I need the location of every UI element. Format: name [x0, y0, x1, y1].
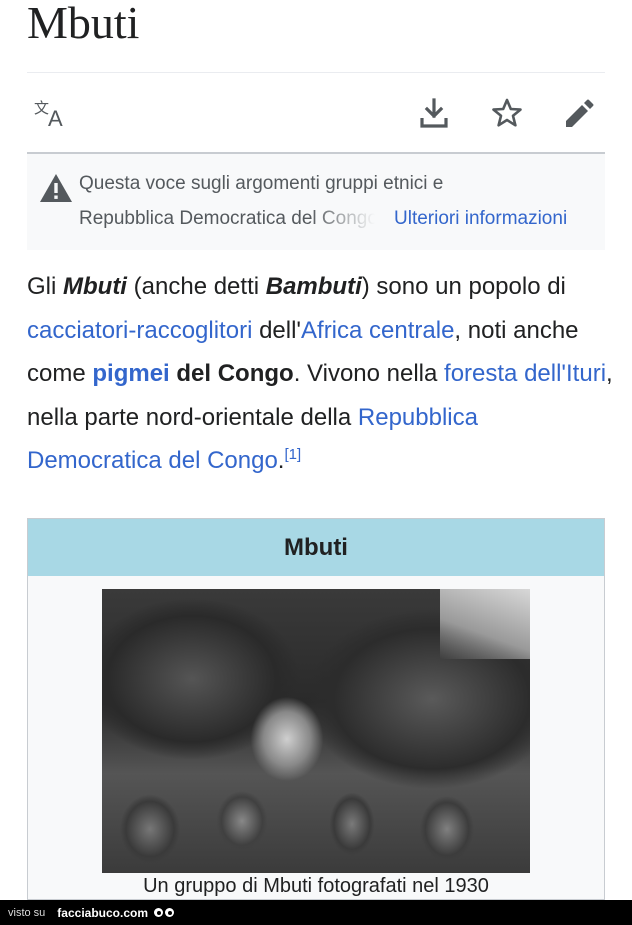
pencil-icon[interactable] — [560, 95, 596, 131]
infobox-heading: Mbuti — [28, 519, 604, 576]
notice-more-info-link[interactable]: Ulteriori informazioni — [394, 208, 567, 230]
term-bambuti: Bambuti — [265, 273, 362, 300]
star-icon[interactable] — [489, 95, 525, 131]
intro-text: Gli — [27, 273, 63, 300]
intro-paragraph: Gli Mbuti (anche detti Bambuti) sono un … — [27, 265, 617, 483]
reference-link[interactable]: [1] — [284, 446, 301, 463]
link-africa-centrale[interactable]: Africa centrale — [301, 317, 454, 344]
intro-text: (anche detti — [126, 273, 266, 300]
watermark-label: visto su — [8, 906, 46, 919]
download-icon[interactable] — [416, 95, 452, 131]
link-pigmei[interactable]: pigmei — [92, 360, 169, 387]
watermark-site: facciabuco.com — [57, 905, 148, 920]
intro-text: dell' — [252, 316, 302, 344]
notice-box — [27, 154, 605, 250]
page-title: Mbuti — [27, 0, 140, 48]
title-divider — [27, 72, 605, 73]
link-cacciatori-raccoglitori[interactable]: cacciatori-raccoglitori — [27, 317, 252, 344]
intro-text: ) sono un popolo di — [361, 273, 566, 300]
translate-icon[interactable]: 文 A — [34, 97, 70, 129]
mbuti-group-photo[interactable] — [102, 589, 530, 873]
term-mbuti: Mbuti — [63, 273, 127, 300]
svg-text:A: A — [48, 106, 63, 128]
notice-text-line1: Questa voce sugli argomenti gruppi etnic… — [79, 173, 444, 194]
warning-icon — [38, 172, 74, 204]
eyes-icon — [154, 908, 174, 917]
photo-caption: Un gruppo di Mbuti fotografati nel 1930 — [143, 875, 489, 897]
notice-text-line2: Repubblica Democratica del Congo — [79, 208, 375, 229]
intro-text: . Vivono nella — [293, 360, 445, 388]
svg-text:文: 文 — [34, 100, 49, 117]
infobox: Mbuti Un gruppo di Mbuti fotografati nel… — [27, 518, 605, 900]
link-foresta-ituri[interactable]: foresta dell'Ituri — [444, 360, 606, 387]
term-del-congo: del Congo — [176, 360, 294, 388]
watermark-bar: visto su facciabuco.com — [0, 900, 632, 925]
